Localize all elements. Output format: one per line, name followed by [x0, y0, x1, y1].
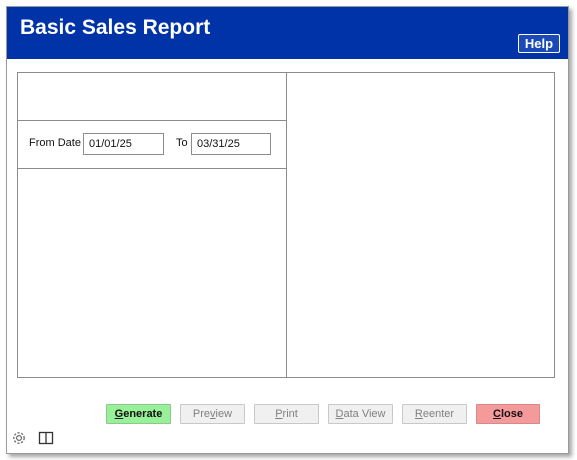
- right-panel: [286, 72, 555, 378]
- from-date-input[interactable]: [83, 133, 164, 155]
- generate-accel: G: [114, 408, 124, 420]
- to-date-label: To: [176, 137, 188, 149]
- reenter-button[interactable]: Reenter: [402, 404, 467, 424]
- date-range-row: From Date To: [18, 121, 286, 169]
- close-accel: C: [493, 408, 501, 420]
- data-view-label: ata View: [343, 408, 386, 420]
- print-label: rint: [282, 408, 298, 420]
- data-view-button[interactable]: Data View: [328, 404, 393, 424]
- from-date-label: From Date: [29, 137, 81, 149]
- preview-label-post: iew: [215, 408, 233, 420]
- left-top-section: [18, 73, 286, 121]
- reenter-accel: R: [414, 408, 423, 420]
- help-button[interactable]: Help: [518, 34, 560, 53]
- generate-button[interactable]: Generate: [106, 404, 171, 424]
- title-bar: Basic Sales Report Help: [7, 7, 568, 59]
- to-date-input[interactable]: [191, 133, 271, 155]
- reenter-label: eenter: [422, 408, 455, 420]
- window-title: Basic Sales Report: [20, 16, 211, 39]
- close-button[interactable]: Close: [476, 404, 540, 424]
- generate-label: enerate: [123, 408, 163, 420]
- gear-icon[interactable]: [10, 429, 28, 447]
- print-accel: P: [275, 408, 283, 420]
- left-panel: From Date To: [17, 72, 287, 378]
- report-window: Basic Sales Report Help From Date To Gen…: [6, 6, 569, 454]
- data-view-accel: D: [335, 408, 344, 420]
- preview-button[interactable]: Pre v iew: [180, 404, 245, 424]
- print-button[interactable]: Print: [254, 404, 319, 424]
- preview-label-pre: Pre: [192, 408, 211, 420]
- book-icon[interactable]: [37, 429, 55, 447]
- close-label: lose: [500, 408, 523, 420]
